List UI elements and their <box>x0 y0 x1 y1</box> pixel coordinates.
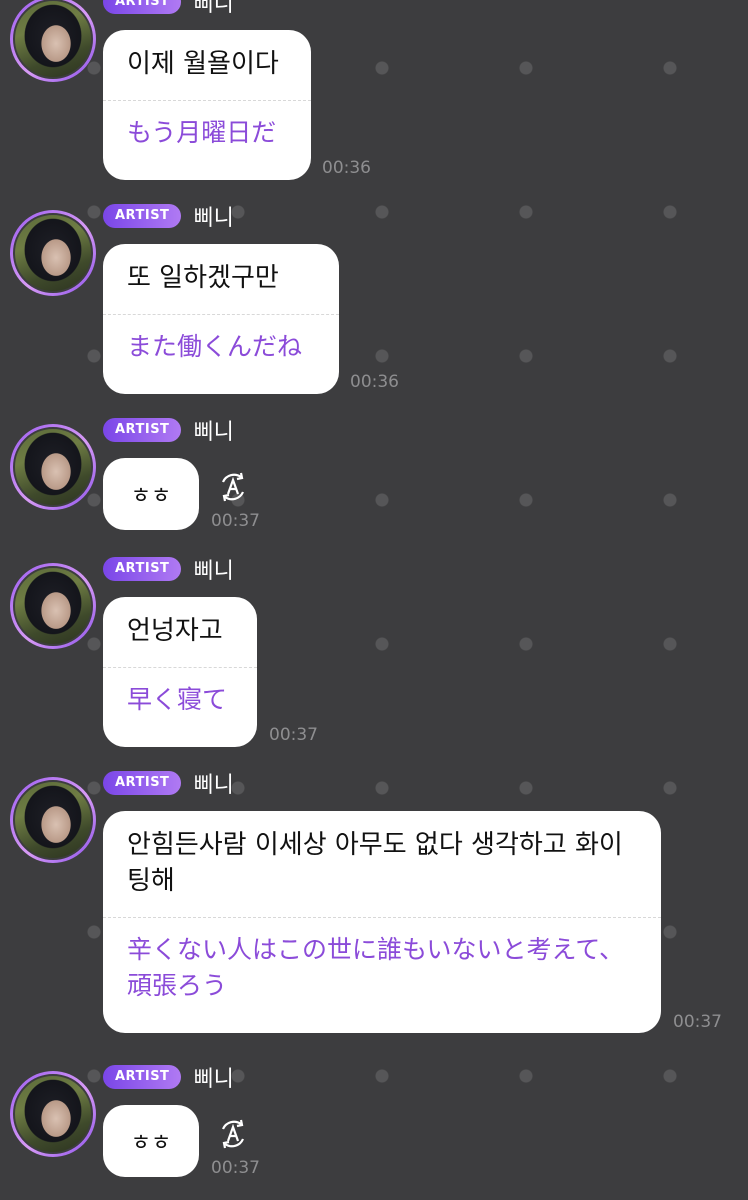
translation-text: 早く寝て <box>127 685 228 714</box>
sender-name: 삐니 <box>193 420 234 445</box>
avatar[interactable] <box>10 0 96 82</box>
avatar[interactable] <box>10 1071 96 1157</box>
sender-name: 삐니 <box>193 559 234 584</box>
sender-row: ARTIST 삐니 <box>103 1063 234 1092</box>
artist-badge: ARTIST <box>103 418 182 442</box>
original-text: ㅎㅎ <box>130 1131 172 1156</box>
translate-button[interactable] <box>215 1116 251 1152</box>
avatar-photo <box>13 213 93 293</box>
translate-a-icon <box>221 472 245 502</box>
message-bubble[interactable]: ㅎㅎ <box>103 1105 199 1177</box>
original-text: 안힘든사람 이세상 아무도 없다 생각하고 화이팅해 <box>127 830 623 896</box>
timestamp: 00:36 <box>322 158 371 178</box>
avatar[interactable] <box>10 563 96 649</box>
artist-badge: ARTIST <box>103 557 182 581</box>
timestamp: 00:37 <box>269 725 318 745</box>
artist-badge: ARTIST <box>103 204 182 228</box>
message-bubble[interactable]: 이제 월욜이다 もう月曜日だ <box>103 30 311 180</box>
sender-row: ARTIST 삐니 <box>103 416 234 445</box>
sender-row: ARTIST 삐니 <box>103 202 234 231</box>
avatar-photo <box>13 566 93 646</box>
sender-row: ARTIST 삐니 <box>103 0 234 17</box>
artist-badge: ARTIST <box>103 1065 182 1089</box>
sender-row: ARTIST 삐니 <box>103 769 234 798</box>
timestamp: 00:37 <box>673 1012 722 1032</box>
original-text: 언넝자고 <box>127 616 223 646</box>
sender-name: 삐니 <box>193 1067 234 1092</box>
avatar[interactable] <box>10 210 96 296</box>
sender-name: 삐니 <box>193 773 234 798</box>
message-bubble[interactable]: 언넝자고 早く寝て <box>103 597 257 747</box>
avatar-photo <box>13 1074 93 1154</box>
message-bubble[interactable]: 또 일하겠구만 また働くんだね <box>103 244 339 394</box>
sender-name: 삐니 <box>193 0 234 17</box>
artist-badge: ARTIST <box>103 771 182 795</box>
avatar[interactable] <box>10 777 96 863</box>
translate-button[interactable] <box>215 469 251 505</box>
message-bubble[interactable]: ㅎㅎ <box>103 458 199 530</box>
sender-row: ARTIST 삐니 <box>103 555 234 584</box>
original-text: ㅎㅎ <box>130 484 172 509</box>
translation-text: 辛くない人はこの世に誰もいないと考えて、頑張ろう <box>127 935 625 1000</box>
translate-a-icon <box>221 1119 245 1149</box>
timestamp: 00:36 <box>350 372 399 392</box>
original-text: 이제 월욜이다 <box>127 49 279 79</box>
original-text: 또 일하겠구만 <box>127 263 279 293</box>
message-bubble[interactable]: 안힘든사람 이세상 아무도 없다 생각하고 화이팅해 辛くない人はこの世に誰もい… <box>103 811 661 1033</box>
timestamp: 00:37 <box>211 1158 260 1178</box>
artist-badge: ARTIST <box>103 0 182 14</box>
avatar[interactable] <box>10 424 96 510</box>
sender-name: 삐니 <box>193 206 234 231</box>
timestamp: 00:37 <box>211 511 260 531</box>
avatar-photo <box>13 0 93 79</box>
avatar-photo <box>13 427 93 507</box>
translation-text: また働くんだね <box>127 332 303 361</box>
translation-text: もう月曜日だ <box>127 118 277 147</box>
avatar-photo <box>13 780 93 860</box>
